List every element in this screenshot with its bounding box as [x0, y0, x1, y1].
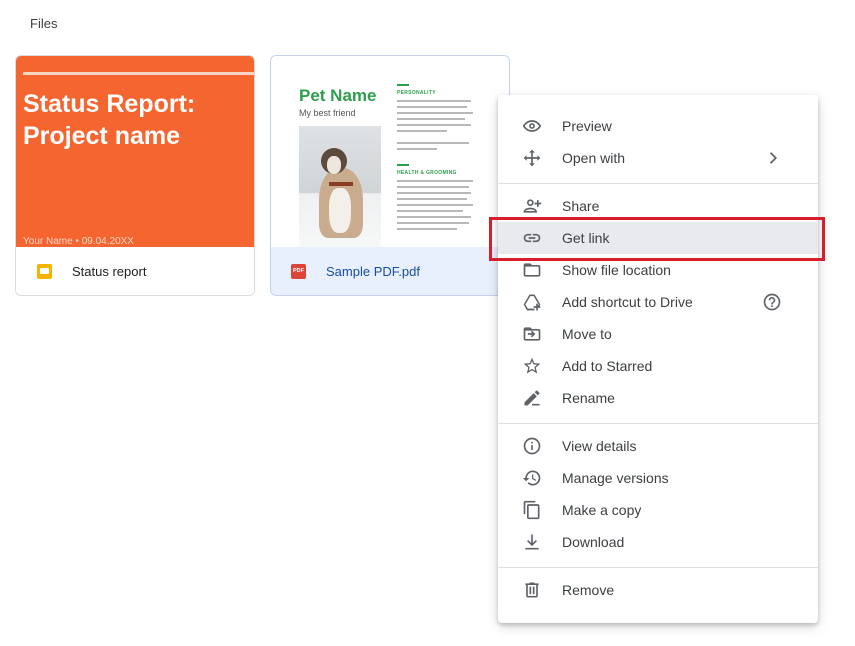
- menu-item-label: Show file location: [562, 262, 671, 278]
- download-icon: [522, 532, 542, 552]
- file-name: Sample PDF.pdf: [326, 263, 420, 279]
- dog-chest: [329, 188, 351, 233]
- menu-item-show-file-location[interactable]: Show file location: [498, 254, 818, 286]
- menu-item-label: Add shortcut to Drive: [562, 294, 693, 310]
- info-icon: [522, 436, 542, 456]
- accent-dash: [397, 84, 409, 86]
- link-icon: [522, 228, 542, 248]
- thumbnail-heading-health: HEALTH & GROOMING: [397, 170, 457, 176]
- menu-item-label: Share: [562, 198, 600, 214]
- menu-item-label: Open with: [562, 150, 626, 166]
- menu-item-label: Remove: [562, 582, 615, 598]
- person-add-icon: [522, 196, 542, 216]
- chevron-right-icon: [762, 148, 782, 168]
- trash-icon: [522, 580, 542, 600]
- menu-item-make-a-copy[interactable]: Make a copy: [498, 494, 818, 526]
- file-thumbnail: Pet Name My best friend PERSONALITY HEAL…: [271, 56, 509, 247]
- section-label-files: Files: [30, 16, 58, 31]
- slides-icon: [37, 263, 52, 279]
- menu-item-add-to-starred[interactable]: Add to Starred: [498, 350, 818, 382]
- menu-item-label: Make a copy: [562, 502, 642, 518]
- menu-item-label: Manage versions: [562, 470, 669, 486]
- file-card-sample-pdf[interactable]: Pet Name My best friend PERSONALITY HEAL…: [270, 55, 510, 296]
- star-icon: [522, 356, 542, 376]
- menu-item-move-to[interactable]: Move to: [498, 318, 818, 350]
- menu-item-open-with[interactable]: Open with: [498, 142, 818, 174]
- menu-item-label: Rename: [562, 390, 615, 406]
- menu-item-preview[interactable]: Preview: [498, 110, 818, 142]
- pdf-icon: PDF: [291, 263, 306, 279]
- menu-item-label: Preview: [562, 118, 612, 134]
- accent-dash: [397, 164, 409, 166]
- menu-item-view-details[interactable]: View details: [498, 430, 818, 462]
- file-name: Status report: [72, 263, 147, 279]
- menu-item-share[interactable]: Share: [498, 190, 818, 222]
- thumbnail-title: Status Report: Project name: [23, 90, 196, 150]
- file-thumbnail: Status Report: Project name Your Name • …: [16, 56, 254, 247]
- thumbnail-subtitle: My best friend: [299, 108, 356, 118]
- thumbnail-title: Pet Name: [299, 86, 377, 105]
- file-card-status-report[interactable]: Status Report: Project name Your Name • …: [15, 55, 255, 296]
- pencil-icon: [522, 388, 542, 408]
- context-menu: Preview Open with Share Get link Show fi…: [498, 95, 818, 623]
- menu-item-label: Add to Starred: [562, 358, 653, 374]
- drive-shortcut-icon: [522, 292, 542, 312]
- menu-item-rename[interactable]: Rename: [498, 382, 818, 414]
- menu-item-label: Download: [562, 534, 625, 550]
- menu-divider: [498, 183, 818, 184]
- help-circle-icon[interactable]: [762, 292, 782, 312]
- file-card-footer[interactable]: Status report: [16, 247, 254, 295]
- menu-item-label: View details: [562, 438, 637, 454]
- thumbnail-subtitle: Your Name • 09.04.20XX: [23, 236, 134, 247]
- folder-icon: [522, 260, 542, 280]
- menu-item-label: Get link: [562, 230, 610, 246]
- copy-icon: [522, 500, 542, 520]
- move-arrows-icon: [522, 148, 542, 168]
- dog-face: [327, 156, 341, 174]
- menu-divider: [498, 567, 818, 568]
- dog-photo: [299, 126, 381, 247]
- history-icon: [522, 468, 542, 488]
- menu-item-remove[interactable]: Remove: [498, 574, 818, 606]
- menu-divider: [498, 423, 818, 424]
- eye-icon: [522, 116, 542, 136]
- menu-item-download[interactable]: Download: [498, 526, 818, 558]
- thumbnail-heading-personality: PERSONALITY: [397, 90, 436, 96]
- thumbnail-text-column: PERSONALITY HEALTH & GROOMING: [397, 84, 487, 234]
- menu-item-add-shortcut[interactable]: Add shortcut to Drive: [498, 286, 818, 318]
- move-to-folder-icon: [522, 324, 542, 344]
- dog-collar: [329, 182, 353, 186]
- file-card-footer[interactable]: PDF Sample PDF.pdf: [271, 247, 509, 295]
- menu-item-manage-versions[interactable]: Manage versions: [498, 462, 818, 494]
- thumbnail-rule: [23, 72, 254, 75]
- menu-item-get-link[interactable]: Get link: [498, 222, 818, 254]
- menu-item-label: Move to: [562, 326, 612, 342]
